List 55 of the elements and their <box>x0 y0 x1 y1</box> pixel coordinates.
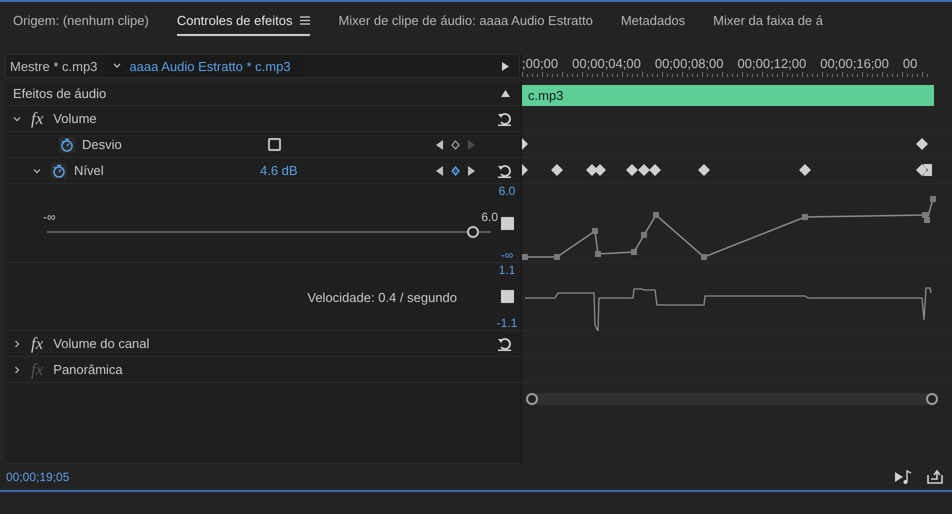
collapse-chevron-icon[interactable] <box>13 114 21 122</box>
menu-icon[interactable] <box>300 16 310 24</box>
panel-tab[interactable]: Controles de efeitos <box>176 6 310 36</box>
panel-tab[interactable]: Metadados <box>620 6 686 36</box>
next-keyframe-icon[interactable] <box>468 166 475 176</box>
graph-max-label: 6.0 <box>498 184 516 198</box>
previous-keyframe-icon[interactable] <box>436 166 443 176</box>
reset-icon[interactable] <box>497 112 512 126</box>
section-title: Efeitos de áudio <box>12 86 106 101</box>
slider-max-label: 6.0 <box>481 210 498 224</box>
graph-max-label: 1.1 <box>498 263 516 277</box>
parameter-label: Desvio <box>82 137 123 152</box>
collapse-chevron-icon[interactable] <box>33 166 41 174</box>
slider-min-label: -∞ <box>43 210 56 224</box>
fx-toggle[interactable]: fx <box>31 334 44 354</box>
panel-tab[interactable]: Mixer da faixa de á <box>713 6 824 36</box>
scrollbar[interactable] <box>526 393 938 405</box>
master-clip-label: Mestre * c.mp3 <box>9 58 98 74</box>
timecode-label: 00 <box>902 56 918 70</box>
keyframe-diamond-icon[interactable] <box>451 166 460 176</box>
keyframe-diamond-icon[interactable] <box>451 140 460 150</box>
effect-name: Volume <box>53 111 97 126</box>
previous-keyframe-icon[interactable] <box>436 140 443 150</box>
effect-name: Panorâmica <box>53 362 123 377</box>
stopwatch-icon[interactable] <box>51 162 67 178</box>
effect-name: Volume do canal <box>53 336 150 351</box>
timecode-label: 00;00;12;00 <box>738 56 806 70</box>
stopwatch-icon[interactable] <box>59 136 75 152</box>
play-icon[interactable] <box>502 62 509 70</box>
graph-min-label: -1.1 <box>496 316 518 330</box>
collapse-triangle-icon[interactable] <box>501 90 510 97</box>
audio-clip[interactable]: c.mp3 <box>522 85 934 106</box>
value-field[interactable]: 4.6 dB <box>260 163 298 178</box>
square-button[interactable] <box>500 216 514 230</box>
reset-icon[interactable] <box>497 164 512 178</box>
expand-chevron-icon[interactable] <box>13 340 21 348</box>
dropdown-chevron-icon <box>113 63 122 69</box>
expand-chevron-icon[interactable] <box>13 366 21 374</box>
timecode-label: ;00;00 <box>522 56 558 70</box>
timecode-label: 00;00;04;00 <box>572 56 641 70</box>
panel-tab[interactable]: Mixer de clipe de áudio: aaaa Audio Estratto <box>338 6 593 36</box>
timecode-label: 00;00;08;00 <box>654 56 724 70</box>
current-timecode[interactable]: 00;00;19;05 <box>6 470 70 484</box>
square-button[interactable] <box>500 290 514 303</box>
parameter-label: Nível <box>74 163 105 178</box>
slider-thumb[interactable] <box>467 226 480 238</box>
graph-min-label: -∞ <box>500 248 514 262</box>
fx-toggle[interactable]: fx <box>31 108 44 128</box>
reset-icon[interactable] <box>497 336 512 350</box>
panel-tab[interactable]: Origem: (nenhum clipe) <box>13 6 149 36</box>
velocity-label: Velocidade: 0.4 / segundo <box>307 290 457 305</box>
export-icon[interactable] <box>926 469 944 485</box>
timecode-label: 00;00;16;00 <box>820 56 889 70</box>
play-audio-icon[interactable] <box>894 469 912 485</box>
checkbox[interactable] <box>268 138 281 151</box>
